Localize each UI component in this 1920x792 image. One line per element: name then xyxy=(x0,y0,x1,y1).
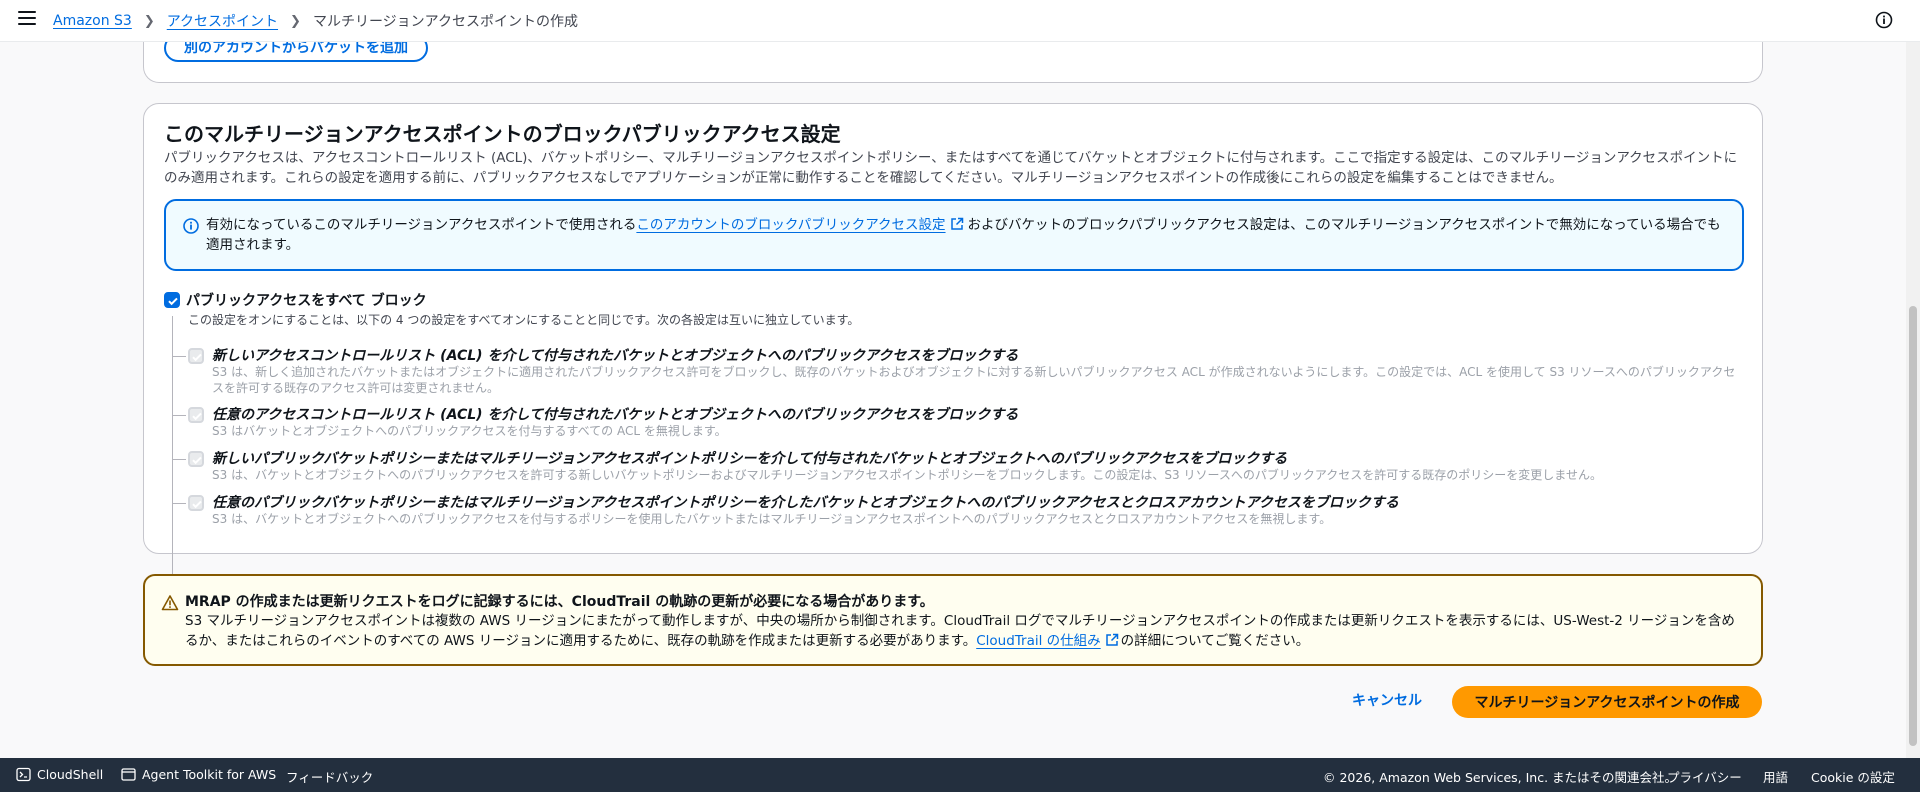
section-title: このマルチリージョンアクセスポイントのブロックパブリックアクセス設定 xyxy=(164,122,841,146)
menu-icon[interactable] xyxy=(18,11,36,29)
toolkit-icon xyxy=(121,768,136,781)
info-alert-text: 有効になっているこのマルチリージョンアクセスポイントで使用されるこのアカウントの… xyxy=(206,215,1726,255)
cloudshell-label: CloudShell xyxy=(37,767,104,782)
agent-toolkit-label: Agent Toolkit for AWS xyxy=(142,767,277,782)
create-mrap-button[interactable]: マルチリージョンアクセスポイントの作成 xyxy=(1452,686,1762,718)
block-any-acl-description: S3 はバケットとオブジェクトへのパブリックアクセスを付与するすべての ACL … xyxy=(212,424,727,438)
terms-link[interactable]: 用語 xyxy=(1763,767,1788,786)
block-new-policy-description: S3 は、バケットとオブジェクトへのパブリックアクセスを許可する新しいバケットポ… xyxy=(212,468,1602,482)
account-bpa-settings-link[interactable]: このアカウントのブロックパブリックアクセス設定 xyxy=(636,217,945,233)
warning-title: MRAP の作成または更新リクエストをログに記録するには、CloudTrail … xyxy=(185,594,934,610)
privacy-link[interactable]: プライバシー xyxy=(1667,767,1742,786)
block-any-acl-label: 任意のアクセスコントロールリスト (ACL) を介して付与されたバケットとオブジ… xyxy=(212,407,1019,423)
block-new-acl-label: 新しいアクセスコントロールリスト (ACL) を介して付与されたバケットとオブジ… xyxy=(212,348,1019,364)
breadcrumb-access-points[interactable]: アクセスポイント xyxy=(167,11,278,31)
cloudtrail-docs-link[interactable]: CloudTrail の仕組み xyxy=(976,633,1100,649)
tree-branch xyxy=(172,503,186,504)
warning-text-before: S3 マルチリージョンアクセスポイントは複数の AWS リージョンにまたがって動… xyxy=(185,613,1735,649)
cloudshell-button[interactable]: CloudShell xyxy=(16,767,103,782)
info-alert-text-before: 有効になっているこのマルチリージョンアクセスポイントで使用される xyxy=(206,217,637,233)
block-any-policy-label: 任意のパブリックバケットポリシーまたはマルチリージョンアクセスポイントポリシーを… xyxy=(212,495,1399,511)
block-any-policy-checkbox[interactable] xyxy=(188,495,204,511)
chevron-right-icon: ❯ xyxy=(143,13,155,29)
cancel-button[interactable]: キャンセル xyxy=(1352,690,1422,710)
feedback-link[interactable]: フィードバック xyxy=(286,767,373,786)
terminal-icon xyxy=(16,767,31,782)
warning-icon xyxy=(161,594,179,612)
info-icon[interactable] xyxy=(1875,11,1893,29)
block-any-policy-description: S3 は、バケットとオブジェクトへのパブリックアクセスを付与するポリシーを使用し… xyxy=(212,512,1332,526)
tree-branch xyxy=(172,459,186,460)
scrollbar-thumb[interactable] xyxy=(1909,306,1917,746)
footer: CloudShell Agent Toolkit for AWS フィードバック… xyxy=(0,758,1920,792)
top-navigation-bar: Amazon S3 ❯ アクセスポイント ❯ マルチリージョンアクセスポイントの… xyxy=(0,0,1920,42)
info-icon xyxy=(182,217,200,235)
chevron-right-icon: ❯ xyxy=(290,13,301,29)
block-all-public-access-checkbox[interactable] xyxy=(164,292,180,308)
section-description: パブリックアクセスは、アクセスコントロールリスト (ACL)、バケットポリシー、… xyxy=(164,150,1738,186)
external-link-icon xyxy=(1101,633,1121,649)
external-link-icon xyxy=(946,217,968,233)
breadcrumb-current-page: マルチリージョンアクセスポイントの作成 xyxy=(312,14,578,30)
block-new-policy-label: 新しいパブリックバケットポリシーまたはマルチリージョンアクセスポイントポリシーを… xyxy=(212,451,1288,467)
block-public-access-container: このマルチリージョンアクセスポイントのブロックパブリックアクセス設定 パブリック… xyxy=(143,103,1763,618)
block-all-description: この設定をオンにすることは、以下の 4 つの設定をすべてオンにすることと同じです… xyxy=(188,313,860,327)
warning-text-after: の詳細についてご覧ください。 xyxy=(1120,633,1310,649)
block-new-policy-checkbox[interactable] xyxy=(188,451,204,467)
block-all-label: パブリックアクセスをすべて ブロック xyxy=(186,293,427,309)
tree-branch xyxy=(172,415,186,416)
breadcrumb-amazon-s3[interactable]: Amazon S3 xyxy=(53,13,132,29)
agent-toolkit-button[interactable]: Agent Toolkit for AWS xyxy=(121,767,276,782)
block-any-acl-checkbox[interactable] xyxy=(188,407,204,423)
cloudtrail-warning-alert: MRAP の作成または更新リクエストをログに記録するには、CloudTrail … xyxy=(143,574,1763,666)
copyright-text: © 2026, Amazon Web Services, Inc. またはその関… xyxy=(1323,770,1678,785)
block-new-acl-description: S3 は、新しく追加されたバケットまたはオブジェクトに適用されたパブリックアクセ… xyxy=(212,365,1736,395)
cookie-settings-link[interactable]: Cookie の設定 xyxy=(1811,767,1895,786)
breadcrumb: Amazon S3 ❯ アクセスポイント ❯ マルチリージョンアクセスポイントの… xyxy=(53,0,578,42)
tree-line xyxy=(172,316,173,618)
block-new-acl-checkbox[interactable] xyxy=(188,348,204,364)
info-alert: 有効になっているこのマルチリージョンアクセスポイントで使用されるこのアカウントの… xyxy=(164,199,1744,271)
warning-text: S3 マルチリージョンアクセスポイントは複数の AWS リージョンにまたがって動… xyxy=(185,611,1745,651)
tree-branch xyxy=(172,356,186,357)
